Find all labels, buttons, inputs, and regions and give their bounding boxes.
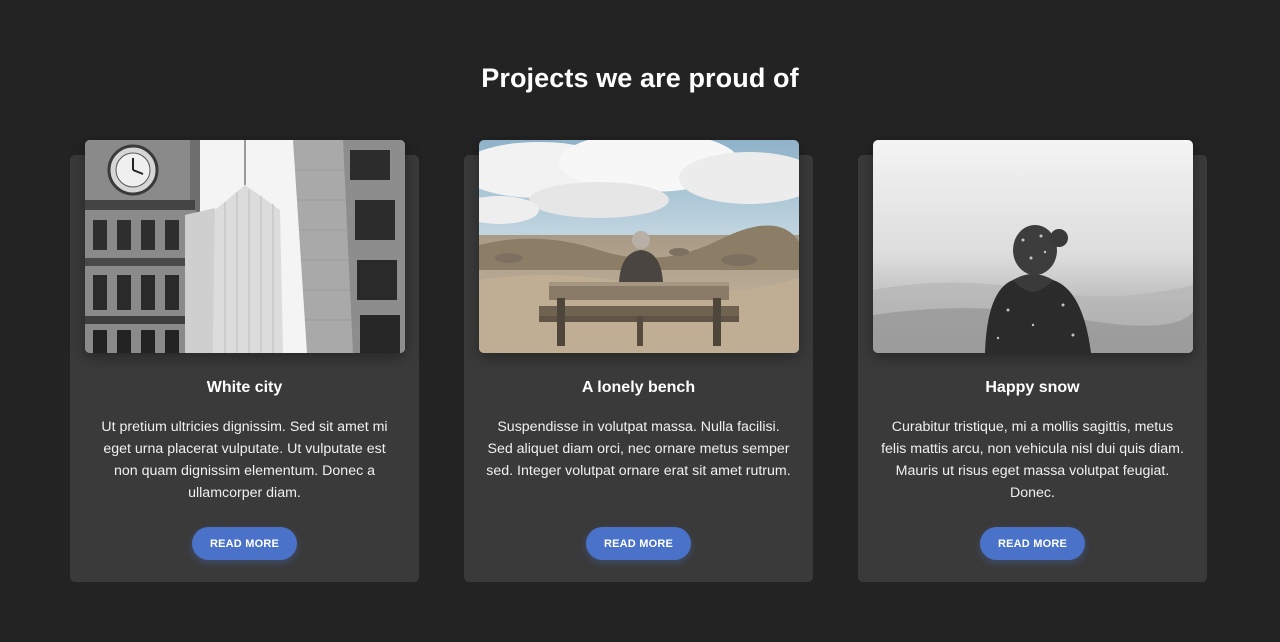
project-card-white-city: White city Ut pretium ultricies dignissi… bbox=[70, 140, 419, 582]
projects-page: Projects we are proud of White city Ut p… bbox=[0, 0, 1280, 642]
card-title: Happy snow bbox=[985, 379, 1080, 396]
card-title: White city bbox=[206, 379, 283, 396]
project-card-happy-snow: Happy snow Curabitur tristique, mi a mol… bbox=[858, 140, 1207, 582]
happy-snow-image bbox=[873, 140, 1193, 353]
card-description: Curabitur tristique, mi a mollis sagitti… bbox=[881, 419, 1184, 501]
read-more-button[interactable]: READ MORE bbox=[586, 527, 691, 560]
project-card-lonely-bench: A lonely bench Suspendisse in volutpat m… bbox=[464, 140, 813, 582]
white-city-image bbox=[85, 140, 405, 353]
lonely-bench-image bbox=[479, 140, 799, 353]
read-more-button[interactable]: READ MORE bbox=[192, 527, 297, 560]
card-title: A lonely bench bbox=[581, 379, 696, 396]
card-description: Suspendisse in volutpat massa. Nulla fac… bbox=[486, 419, 791, 479]
read-more-button[interactable]: READ MORE bbox=[980, 527, 1085, 560]
section-title: Projects we are proud of bbox=[481, 63, 799, 93]
card-description: Ut pretium ultricies dignissim. Sed sit … bbox=[101, 419, 388, 501]
